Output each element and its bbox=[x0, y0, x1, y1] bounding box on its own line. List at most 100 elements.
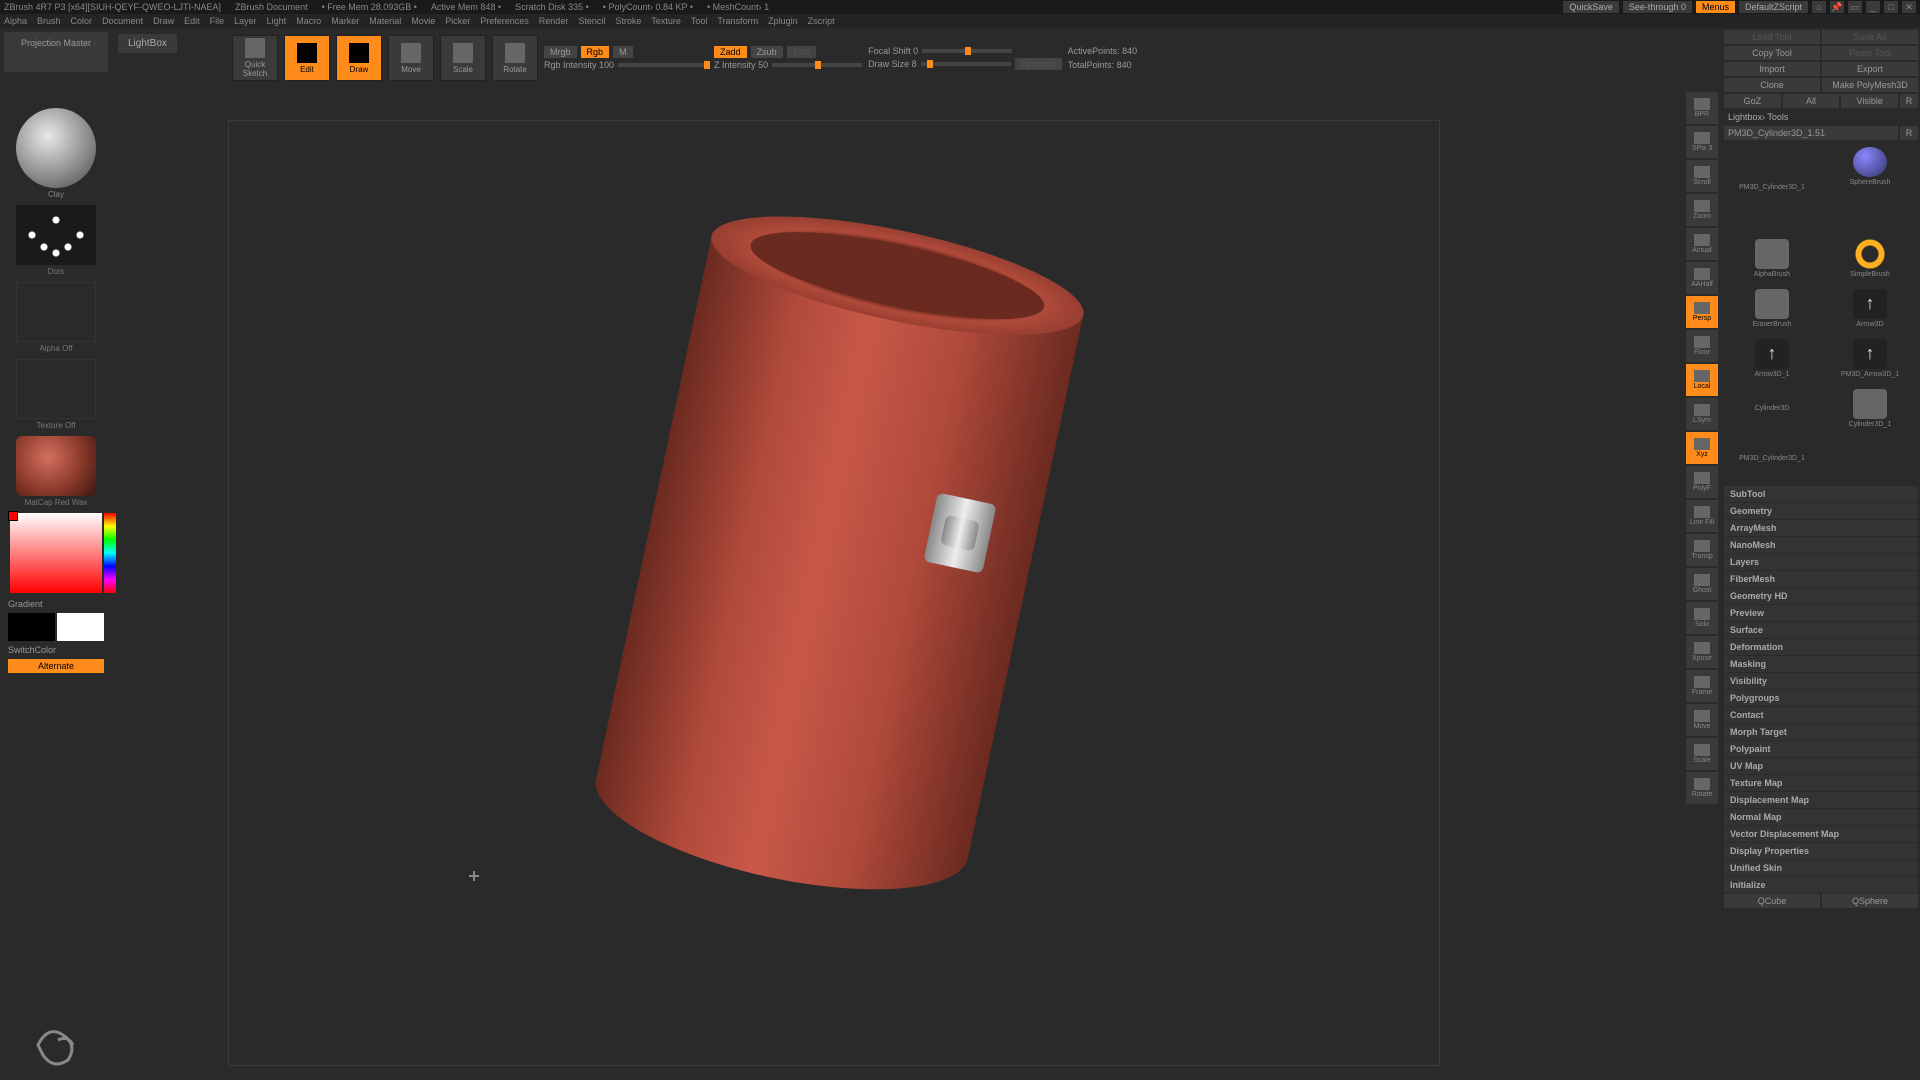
palette-polypaint[interactable]: Polypaint bbox=[1724, 741, 1918, 757]
restore-icon[interactable]: ▭ bbox=[1848, 1, 1862, 13]
goz-visible-button[interactable]: Visible bbox=[1841, 94, 1898, 108]
tool-alphabrush[interactable]: AlphaBrush bbox=[1724, 234, 1820, 282]
dynamic-toggle[interactable]: Dynamic bbox=[1015, 58, 1062, 70]
menu-texture[interactable]: Texture bbox=[651, 16, 681, 26]
menu-zplugin[interactable]: Zplugin bbox=[768, 16, 798, 26]
menu-document[interactable]: Document bbox=[102, 16, 143, 26]
menu-transform[interactable]: Transform bbox=[717, 16, 758, 26]
nav-move[interactable]: Move bbox=[1686, 704, 1718, 736]
import-button[interactable]: Import bbox=[1724, 62, 1820, 76]
menu-edit[interactable]: Edit bbox=[184, 16, 200, 26]
nav-line-fill[interactable]: Line Fill bbox=[1686, 500, 1718, 532]
quicksketch-button[interactable]: Quick Sketch bbox=[232, 35, 278, 81]
menu-zscript[interactable]: Zscript bbox=[808, 16, 835, 26]
nav-scroll[interactable]: Scroll bbox=[1686, 160, 1718, 192]
menu-macro[interactable]: Macro bbox=[296, 16, 321, 26]
palette-nanomesh[interactable]: NanoMesh bbox=[1724, 537, 1918, 553]
minimize-icon[interactable]: _ bbox=[1866, 1, 1880, 13]
menu-light[interactable]: Light bbox=[267, 16, 287, 26]
z-intensity-slider[interactable] bbox=[772, 63, 862, 67]
palette-uv-map[interactable]: UV Map bbox=[1724, 758, 1918, 774]
palette-initialize[interactable]: Initialize bbox=[1724, 877, 1918, 893]
palette-vector-displacement-map[interactable]: Vector Displacement Map bbox=[1724, 826, 1918, 842]
seethrough-slider[interactable]: See-through 0 bbox=[1623, 1, 1692, 13]
qcube-button[interactable]: QCube bbox=[1724, 894, 1820, 908]
palette-geometry[interactable]: Geometry bbox=[1724, 503, 1918, 519]
menu-file[interactable]: File bbox=[210, 16, 225, 26]
nav-scale[interactable]: Scale bbox=[1686, 738, 1718, 770]
palette-preview[interactable]: Preview bbox=[1724, 605, 1918, 621]
alternate-button[interactable]: Alternate bbox=[8, 659, 104, 673]
palette-display-properties[interactable]: Display Properties bbox=[1724, 843, 1918, 859]
save-as-button[interactable]: Save As bbox=[1822, 30, 1918, 44]
projection-master-button[interactable]: Projection Master bbox=[4, 32, 108, 72]
draw-size-slider[interactable] bbox=[921, 62, 1011, 66]
export-button[interactable]: Export bbox=[1822, 62, 1918, 76]
nav-polyf[interactable]: PolyF bbox=[1686, 466, 1718, 498]
tool-pm3d_arrow3d_1[interactable]: PM3D_Arrow3D_1 bbox=[1822, 334, 1918, 382]
tool-eraserbrush[interactable]: EraserBrush bbox=[1724, 284, 1820, 332]
alpha-preview[interactable] bbox=[16, 282, 96, 342]
menu-alpha[interactable]: Alpha bbox=[4, 16, 27, 26]
quicksave-button[interactable]: QuickSave bbox=[1563, 1, 1619, 13]
tool-arrow3d_1[interactable]: Arrow3D_1 bbox=[1724, 334, 1820, 382]
palette-normal-map[interactable]: Normal Map bbox=[1724, 809, 1918, 825]
close-icon[interactable]: ✕ bbox=[1902, 1, 1916, 13]
goz-button[interactable]: GoZ bbox=[1724, 94, 1781, 108]
menu-stroke[interactable]: Stroke bbox=[615, 16, 641, 26]
pin-icon[interactable]: 📌 bbox=[1830, 1, 1844, 13]
gradient-button[interactable]: Gradient bbox=[4, 597, 108, 611]
nav-aahalf[interactable]: AAHalf bbox=[1686, 262, 1718, 294]
copy-tool-button[interactable]: Copy Tool bbox=[1724, 46, 1820, 60]
tool-current[interactable]: PM3D_Cylinder3D_1 bbox=[1724, 142, 1820, 232]
zcut-toggle[interactable]: Zcut bbox=[787, 46, 817, 58]
palette-displacement-map[interactable]: Displacement Map bbox=[1724, 792, 1918, 808]
palette-deformation[interactable]: Deformation bbox=[1724, 639, 1918, 655]
nav-spix-3[interactable]: SPix 3 bbox=[1686, 126, 1718, 158]
draw-button[interactable]: Draw bbox=[336, 35, 382, 81]
tool-simplebrush[interactable]: SimpleBrush bbox=[1822, 234, 1918, 282]
palette-polygroups[interactable]: Polygroups bbox=[1724, 690, 1918, 706]
clone-button[interactable]: Clone bbox=[1724, 78, 1820, 92]
black-swatch[interactable] bbox=[8, 613, 55, 641]
rgb-toggle[interactable]: Rgb bbox=[581, 46, 610, 58]
brush-preview[interactable] bbox=[16, 108, 96, 188]
tool-spherebrush[interactable]: SphereBrush bbox=[1822, 142, 1918, 190]
zadd-toggle[interactable]: Zadd bbox=[714, 46, 747, 58]
nav-xpose[interactable]: Xpose bbox=[1686, 636, 1718, 668]
menu-picker[interactable]: Picker bbox=[445, 16, 470, 26]
nav-bpr[interactable]: BPR bbox=[1686, 92, 1718, 124]
defaultzscript-button[interactable]: DefaultZScript bbox=[1739, 1, 1808, 13]
nav-rotate[interactable]: Rotate bbox=[1686, 772, 1718, 804]
make-polymesh-button[interactable]: Make PolyMesh3D bbox=[1822, 78, 1918, 92]
nav-zoom[interactable]: Zoom bbox=[1686, 194, 1718, 226]
maximize-icon[interactable]: □ bbox=[1884, 1, 1898, 13]
mrgb-toggle[interactable]: Mrgb bbox=[544, 46, 577, 58]
switchcolor-button[interactable]: SwitchColor bbox=[4, 643, 108, 657]
home-icon[interactable]: ⌂ bbox=[1812, 1, 1826, 13]
goz-all-button[interactable]: All bbox=[1783, 94, 1840, 108]
zsub-toggle[interactable]: Zsub bbox=[751, 46, 783, 58]
palette-geometry-hd[interactable]: Geometry HD bbox=[1724, 588, 1918, 604]
menus-button[interactable]: Menus bbox=[1696, 1, 1735, 13]
nav-frame[interactable]: Frame bbox=[1686, 670, 1718, 702]
lightbox-tools-header[interactable]: Lightbox› Tools bbox=[1724, 110, 1918, 124]
nav-transp[interactable]: Transp bbox=[1686, 534, 1718, 566]
menu-render[interactable]: Render bbox=[539, 16, 569, 26]
menu-layer[interactable]: Layer bbox=[234, 16, 257, 26]
menu-material[interactable]: Material bbox=[369, 16, 401, 26]
menu-color[interactable]: Color bbox=[71, 16, 93, 26]
nav-actual[interactable]: Actual bbox=[1686, 228, 1718, 260]
palette-unified-skin[interactable]: Unified Skin bbox=[1724, 860, 1918, 876]
nav-local[interactable]: Local bbox=[1686, 364, 1718, 396]
rotate-button[interactable]: Rotate bbox=[492, 35, 538, 81]
palette-arraymesh[interactable]: ArrayMesh bbox=[1724, 520, 1918, 536]
palette-visibility[interactable]: Visibility bbox=[1724, 673, 1918, 689]
goz-r-button[interactable]: R bbox=[1900, 94, 1918, 108]
stroke-preview[interactable] bbox=[16, 205, 96, 265]
secondary-color-icon[interactable] bbox=[8, 511, 18, 521]
menu-preferences[interactable]: Preferences bbox=[480, 16, 529, 26]
palette-morph-target[interactable]: Morph Target bbox=[1724, 724, 1918, 740]
nav-persp[interactable]: Persp bbox=[1686, 296, 1718, 328]
scale-button[interactable]: Scale bbox=[440, 35, 486, 81]
